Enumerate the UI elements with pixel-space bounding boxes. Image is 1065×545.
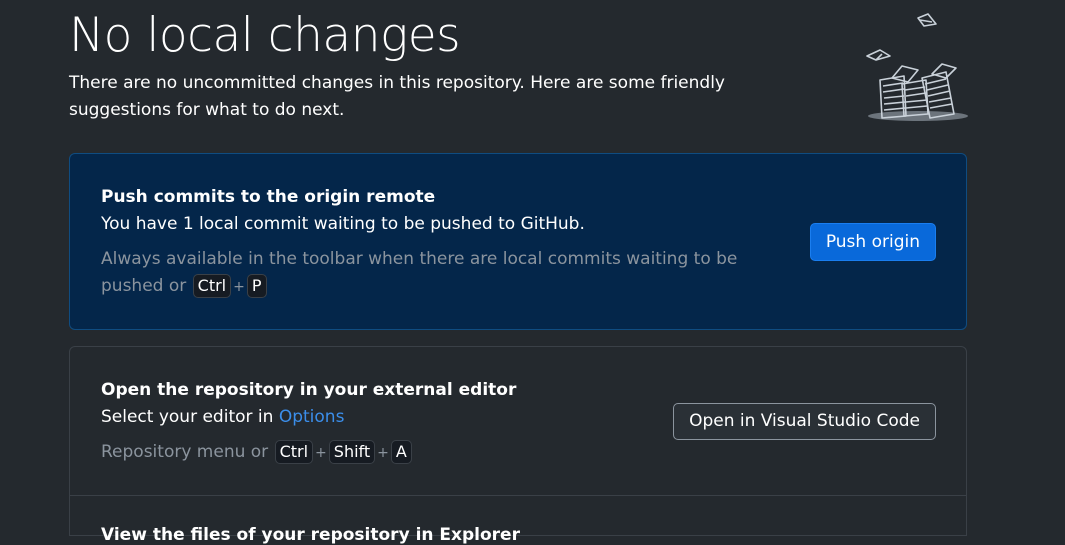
shortcut-key-shift: Shift <box>328 440 376 464</box>
page-title: No local changes <box>69 8 461 63</box>
editor-card-hint: Repository menu or Ctrl + Shift + A <box>101 439 761 467</box>
push-card-description: You have 1 local commit waiting to be pu… <box>101 214 585 234</box>
card-divider <box>70 495 966 496</box>
push-commits-card: Push commits to the origin remote You ha… <box>69 153 967 330</box>
explorer-card-title: View the files of your repository in Exp… <box>101 525 520 545</box>
page-description: There are no uncommitted changes in this… <box>69 73 725 120</box>
shortcut-key-a: A <box>390 440 412 464</box>
editor-hint-text: Repository menu or <box>101 442 269 462</box>
editor-card-description: Select your editor in Options <box>101 407 344 427</box>
shortcut-key-ctrl: Ctrl <box>192 274 232 298</box>
push-card-title: Push commits to the origin remote <box>101 187 436 207</box>
shortcut-key-ctrl: Ctrl <box>274 440 314 464</box>
push-origin-button[interactable]: Push origin <box>809 223 936 261</box>
external-editor-card: Open the repository in your external edi… <box>69 346 967 545</box>
open-in-vscode-button[interactable]: Open in Visual Studio Code <box>673 403 936 440</box>
paper-stack-illustration <box>866 13 968 121</box>
options-link[interactable]: Options <box>279 407 345 427</box>
editor-description-text: Select your editor in <box>101 407 274 427</box>
editor-card-title: Open the repository in your external edi… <box>101 380 517 400</box>
push-card-hint: Always available in the toolbar when the… <box>101 249 738 298</box>
shortcut-key-p: P <box>246 274 267 298</box>
